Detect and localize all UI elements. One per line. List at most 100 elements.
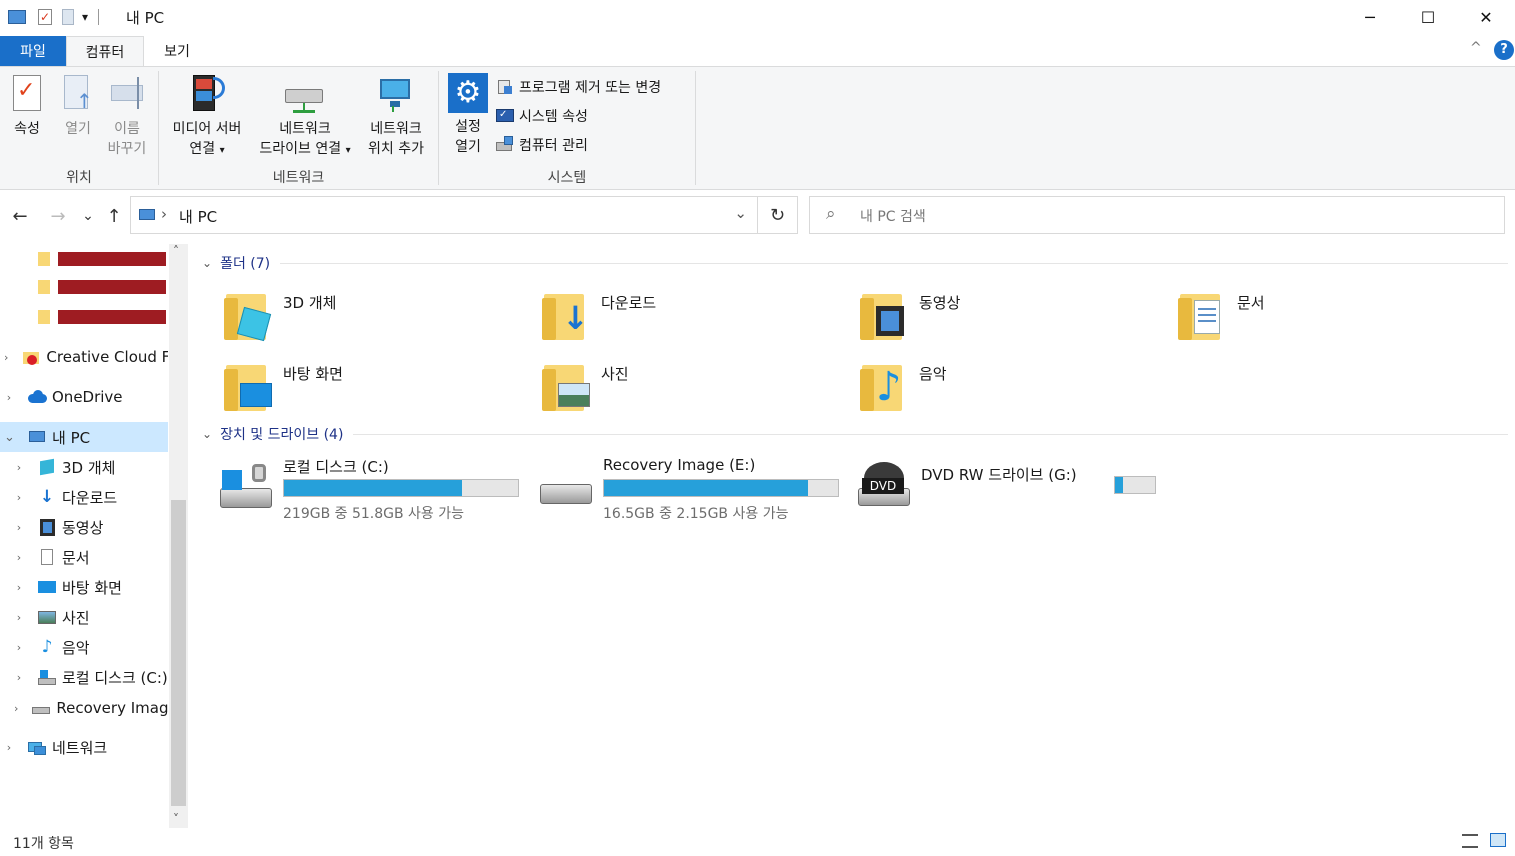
maximize-button[interactable]: ☐ <box>1399 0 1457 34</box>
map-network-drive-button[interactable]: 네트워크 드라이브 연결 ▾ <box>250 73 360 161</box>
nav-item-label: 음악 <box>62 638 90 657</box>
redacted-nav-item[interactable] <box>0 244 168 274</box>
up-button[interactable]: ↑ <box>102 204 126 228</box>
computer-icon[interactable] <box>8 10 26 24</box>
qa-dropdown-icon[interactable]: ▾ <box>82 10 88 24</box>
help-icon[interactable]: ? <box>1494 40 1514 60</box>
folder-desktop[interactable]: 바탕 화면 <box>196 359 496 421</box>
expand-chevron-icon[interactable]: › <box>4 741 14 754</box>
nav-item-pictures[interactable]: › 사진 <box>0 602 168 632</box>
redacted-nav-item[interactable] <box>0 272 168 302</box>
folder-documents[interactable]: 문서 <box>1150 288 1450 350</box>
media-server-dropdown-icon[interactable]: ▾ <box>220 145 225 156</box>
system-properties-button[interactable]: ✓ 시스템 속성 <box>496 105 588 127</box>
folder-pictures[interactable]: 사진 <box>514 359 814 421</box>
nav-item-label: 로컬 디스크 (C:) <box>62 668 168 687</box>
expand-chevron-icon[interactable]: › <box>14 491 24 504</box>
minimize-button[interactable]: ─ <box>1341 0 1399 34</box>
address-bar[interactable]: › 내 PC ⌄ <box>130 196 758 234</box>
details-view-icon[interactable] <box>1462 834 1478 848</box>
network-icon <box>28 738 46 756</box>
nav-item-label: 바탕 화면 <box>62 578 122 597</box>
tab-computer[interactable]: 컴퓨터 <box>66 36 144 66</box>
tab-file[interactable]: 파일 <box>0 36 66 66</box>
media-server-button[interactable]: 미디어 서버 연결 ▾ <box>164 73 250 161</box>
expand-chevron-icon[interactable]: › <box>14 581 24 594</box>
folders-section-header[interactable]: ⌄ 폴더 (7) <box>202 251 1508 275</box>
expand-chevron-icon[interactable]: › <box>14 461 24 474</box>
large-icons-view-icon[interactable] <box>1490 833 1506 847</box>
map-drive-dropdown-icon[interactable]: ▾ <box>346 145 351 156</box>
folder-music[interactable]: ♪ 음악 <box>832 359 1132 421</box>
drive-usage-fill <box>1115 477 1123 493</box>
expand-chevron-icon[interactable]: › <box>4 351 8 364</box>
dvd-badge: DVD <box>862 478 904 494</box>
add-network-location-button[interactable]: 네트워크 위치 추가 <box>362 73 430 159</box>
drives-section-header[interactable]: ⌄ 장치 및 드라이브 (4) <box>202 422 1508 446</box>
properties-check-icon[interactable]: ✓ <box>38 9 52 25</box>
scroll-up-button[interactable]: ˄ <box>173 244 179 258</box>
uninstall-program-button[interactable]: 프로그램 제거 또는 변경 <box>496 76 661 98</box>
nav-item-downloads[interactable]: › ↓ 다운로드 <box>0 482 168 512</box>
search-box[interactable]: ⌕ 내 PC 검색 <box>809 196 1505 234</box>
expand-chevron-icon[interactable]: › <box>14 702 18 715</box>
nav-item-this-pc[interactable]: ⌄ 내 PC <box>0 422 168 452</box>
folder-3d-objects[interactable]: 3D 개체 <box>196 288 496 350</box>
back-button[interactable]: ← <box>8 204 32 228</box>
redacted-nav-item[interactable] <box>0 302 168 332</box>
drive-local-disk-c[interactable]: 로컬 디스크 (C:) 219GB 중 51.8GB 사용 가능 <box>196 452 519 522</box>
refresh-button[interactable]: ↻ <box>758 196 798 234</box>
breadcrumb[interactable]: 내 PC <box>179 206 217 227</box>
properties-button[interactable]: ✓ 속성 <box>6 73 48 139</box>
scroll-down-button[interactable]: ˅ <box>173 812 179 826</box>
open-button[interactable]: ↑ 열기 <box>58 73 98 139</box>
forward-button[interactable]: → <box>46 204 70 228</box>
expand-chevron-icon[interactable]: › <box>14 641 24 654</box>
title-separator <box>98 9 100 25</box>
scroll-thumb[interactable] <box>171 500 186 806</box>
nav-item-music[interactable]: › ♪ 음악 <box>0 632 168 662</box>
expand-chevron-icon[interactable]: › <box>14 521 24 534</box>
expand-chevron-icon[interactable]: › <box>14 551 24 564</box>
system-properties-icon: ✓ <box>496 107 514 125</box>
nav-item-creative-cloud[interactable]: › Creative Cloud Fi <box>0 342 168 372</box>
drive-recovery-image-e[interactable]: Recovery Image (E:) 16.5GB 중 2.15GB 사용 가… <box>516 452 839 522</box>
nav-item-videos[interactable]: › 동영상 <box>0 512 168 542</box>
close-button[interactable]: ✕ <box>1457 0 1515 34</box>
nav-item-documents[interactable]: › 문서 <box>0 542 168 572</box>
expanded-chevron-icon[interactable]: ⌄ <box>4 430 15 445</box>
computer-management-button[interactable]: 컴퓨터 관리 <box>496 134 588 156</box>
nav-item-3d-objects[interactable]: › 3D 개체 <box>0 452 168 482</box>
breadcrumb-separator[interactable]: › <box>161 205 167 223</box>
collapse-chevron-icon[interactable]: ⌄ <box>202 256 212 270</box>
windows-drive-icon <box>218 458 274 512</box>
recent-locations-button[interactable]: ⌄ <box>76 204 100 228</box>
address-dropdown-icon[interactable]: ⌄ <box>734 204 747 222</box>
nav-item-network[interactable]: › 네트워크 <box>0 732 168 762</box>
nav-scrollbar[interactable]: ˄ ˅ <box>169 244 188 828</box>
network-location-icon <box>376 73 416 115</box>
folder-videos[interactable]: 동영상 <box>832 288 1132 350</box>
new-folder-icon[interactable] <box>62 9 74 25</box>
expand-chevron-icon[interactable]: › <box>14 611 24 624</box>
tab-view[interactable]: 보기 <box>144 36 210 66</box>
nav-item-desktop[interactable]: › 바탕 화면 <box>0 572 168 602</box>
folder-icon <box>38 310 50 324</box>
expand-chevron-icon[interactable]: › <box>4 391 14 404</box>
folder-downloads[interactable]: ↓ 다운로드 <box>514 288 814 350</box>
collapse-chevron-icon[interactable]: ⌄ <box>202 427 212 441</box>
search-input[interactable]: 내 PC 검색 <box>860 206 926 226</box>
expand-chevron-icon[interactable]: › <box>14 671 24 684</box>
drive-usage-fill <box>284 480 462 496</box>
section-divider <box>280 262 1508 264</box>
drive-label: Recovery Image (E:) <box>603 456 756 474</box>
drive-icon <box>32 699 51 717</box>
nav-item-recovery-image[interactable]: › Recovery Image <box>0 693 168 723</box>
ribbon-collapse-icon[interactable]: ^ <box>1470 40 1482 56</box>
drive-dvd-rw-g[interactable]: DVD DVD RW 드라이브 (G:) <box>834 452 1174 518</box>
nav-item-local-disk[interactable]: › 로컬 디스크 (C:) <box>0 662 168 692</box>
settings-label-1: 설정 <box>455 119 481 135</box>
rename-button[interactable]: 이름 바꾸기 <box>104 73 150 159</box>
open-settings-button[interactable]: ⚙ 설정 열기 <box>446 73 490 157</box>
nav-item-onedrive[interactable]: › OneDrive <box>0 382 168 412</box>
